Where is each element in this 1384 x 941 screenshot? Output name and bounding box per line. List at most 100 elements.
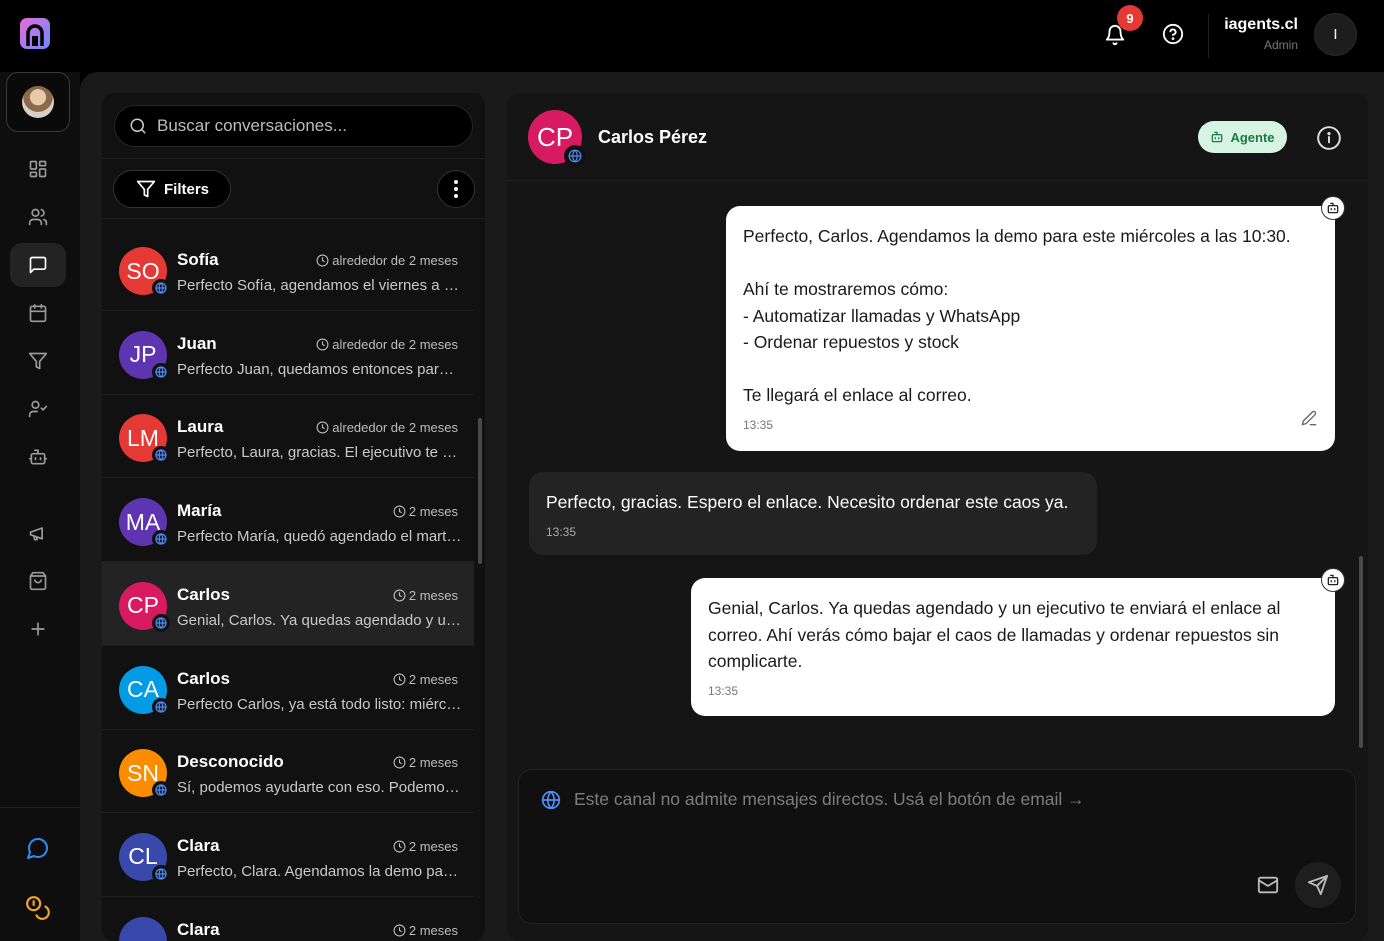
conversation-name: Clara <box>177 835 220 855</box>
calendar-icon[interactable] <box>10 291 66 335</box>
message-text: Perfecto, gracias. Espero el enlace. Nec… <box>546 492 1069 512</box>
shopping-bag-icon[interactable] <box>10 559 66 603</box>
email-icon[interactable] <box>1254 871 1282 899</box>
agent-toggle-button[interactable]: Agente <box>1198 121 1287 153</box>
info-icon[interactable] <box>1315 124 1343 152</box>
user-avatar[interactable]: I <box>1314 13 1357 56</box>
conversation-item[interactable]: SN Desconocido 2 meses Sí, podemos ayudarte… <box>102 729 474 814</box>
plus-icon[interactable] <box>10 607 66 651</box>
conversation-item[interactable]: MA María 2 meses Perfecto María, quedó agen… <box>102 478 474 563</box>
conversation-item[interactable]: LM Laura alrededor de 2 meses Perfecto, Lau… <box>102 394 474 479</box>
chat-icon[interactable] <box>10 243 66 287</box>
message-time: 13:35 <box>743 417 774 432</box>
globe-icon <box>541 790 561 815</box>
left-navigation-rail <box>0 72 80 941</box>
conversation-item[interactable]: CP Carlos 2 meses Genial, Carlos. Ya quedas… <box>102 561 474 646</box>
conversation-item[interactable]: JP Juan alrededor de 2 meses Perfecto Juan,… <box>102 311 474 395</box>
conversation-name: Carlos <box>177 584 230 604</box>
conversation-name: Juan <box>177 333 217 353</box>
topbar-divider <box>1208 14 1209 58</box>
conversation-time: 2 meses <box>393 672 458 687</box>
conversation-name: Sofía <box>177 250 219 269</box>
clock-icon <box>393 589 409 602</box>
message-line: Ahí te mostraremos cómo: <box>743 279 949 299</box>
conversation-name: Carlos <box>177 668 230 688</box>
chat-scrollbar[interactable] <box>1359 556 1363 748</box>
message-bubble-incoming: Perfecto, gracias. Espero el enlace. Nec… <box>529 472 1097 555</box>
clock-icon <box>393 756 409 769</box>
list-divider <box>102 158 485 159</box>
conversation-name: Laura <box>177 417 224 437</box>
user-name: iagents.cl <box>1224 16 1298 33</box>
web-channel-icon <box>152 530 170 549</box>
conversation-item[interactable]: CA Carlos 2 meses Perfecto Carlos, ya está … <box>102 646 474 730</box>
conversation-list[interactable]: SO Sofía alrededor de 2 meses Perfecto Sofí… <box>102 219 474 941</box>
clock-icon <box>393 924 409 937</box>
dashboard-icon[interactable] <box>10 147 66 191</box>
conversation-time: 2 meses <box>393 504 458 519</box>
conversation-item[interactable]: Clara 2 meses <box>102 897 474 941</box>
conversation-time-text: alrededor de 2 meses <box>332 420 458 436</box>
chat-bubble-icon[interactable] <box>10 826 66 870</box>
conversation-preview: Perfecto, Laura, gracias. El ejecutivo t… <box>177 444 462 462</box>
conversation-time: alrededor de 2 meses <box>316 420 458 435</box>
user-role: Admin <box>1263 38 1298 52</box>
message-line: Perfecto, Carlos. Agendamos la demo para… <box>743 226 1291 246</box>
list-scrollbar[interactable] <box>478 418 482 564</box>
clock-icon <box>316 421 332 434</box>
message-bubble-outgoing: Perfecto, Carlos. Agendamos la demo para… <box>726 206 1335 451</box>
contacts-icon[interactable] <box>10 195 66 239</box>
conversation-time: 2 meses <box>393 755 458 770</box>
conversation-time-text: alrededor de 2 meses <box>332 253 458 268</box>
message-composer[interactable]: Este canal no admite mensajes directos. … <box>518 769 1356 924</box>
clock-icon <box>393 505 409 518</box>
conversation-item[interactable]: SO Sofía alrededor de 2 meses Perfecto Sofí… <box>102 227 474 311</box>
conversation-list-panel: Buscar conversaciones... Filters SO Sofía… <box>102 93 485 941</box>
web-channel-icon <box>152 697 170 716</box>
bot-message-icon <box>1321 568 1345 592</box>
clock-icon <box>316 254 332 267</box>
help-icon[interactable] <box>1160 21 1186 47</box>
megaphone-icon[interactable] <box>10 511 66 555</box>
send-icon <box>1307 874 1329 896</box>
agent-label: Agente <box>1230 129 1275 145</box>
clock-icon <box>393 840 409 853</box>
message-text: Genial, Carlos. Ya quedas agendado y un … <box>708 598 1281 671</box>
message-time: 13:35 <box>708 683 739 698</box>
conversation-item[interactable]: CL Clara 2 meses Perfecto, Clara. Agendamos… <box>102 813 474 897</box>
edit-pencil-icon[interactable] <box>1301 407 1317 434</box>
coins-icon[interactable] <box>10 886 66 930</box>
web-channel-icon <box>564 145 586 167</box>
bot-icon <box>1212 131 1223 143</box>
conversation-time-text: 2 meses <box>408 838 458 854</box>
conversation-time-text: 2 meses <box>408 587 458 603</box>
funnel-icon[interactable] <box>10 339 66 383</box>
conversation-preview: Perfecto María, quedó agendado el martes <box>177 528 462 546</box>
more-options-button[interactable] <box>437 170 475 208</box>
filters-button[interactable]: Filters <box>113 170 231 208</box>
conversation-name: Clara <box>177 919 220 939</box>
notification-count-badge: 9 <box>1117 5 1143 31</box>
conversation-preview: Perfecto Juan, quedamos entonces para el… <box>177 360 462 378</box>
search-input[interactable]: Buscar conversaciones... <box>114 105 473 147</box>
conversation-time: 2 meses <box>393 588 458 603</box>
search-icon <box>130 118 146 134</box>
workspace-avatar <box>22 86 54 118</box>
bot-icon[interactable] <box>10 435 66 479</box>
conversation-time-text: alrededor de 2 meses <box>332 336 458 352</box>
web-channel-icon <box>152 362 170 381</box>
filter-icon <box>136 180 156 198</box>
clock-icon <box>393 673 409 686</box>
conversation-name: Desconocido <box>177 752 284 772</box>
agent-logo-icon[interactable] <box>19 17 51 50</box>
more-vertical-icon <box>454 180 458 198</box>
user-check-icon[interactable] <box>10 387 66 431</box>
message-bubble-outgoing: Genial, Carlos. Ya quedas agendado y un … <box>691 578 1335 716</box>
send-button[interactable] <box>1295 862 1341 908</box>
workspace-avatar-button[interactable] <box>6 72 70 132</box>
conversation-preview: Genial, Carlos. Ya quedas agendado y un … <box>177 611 462 629</box>
conversation-time: 2 meses <box>393 839 458 854</box>
web-channel-icon <box>152 446 170 465</box>
conversation-preview: Perfecto, Clara. Agendamos la demo para … <box>177 862 462 880</box>
conversation-time-text: 2 meses <box>408 504 458 520</box>
